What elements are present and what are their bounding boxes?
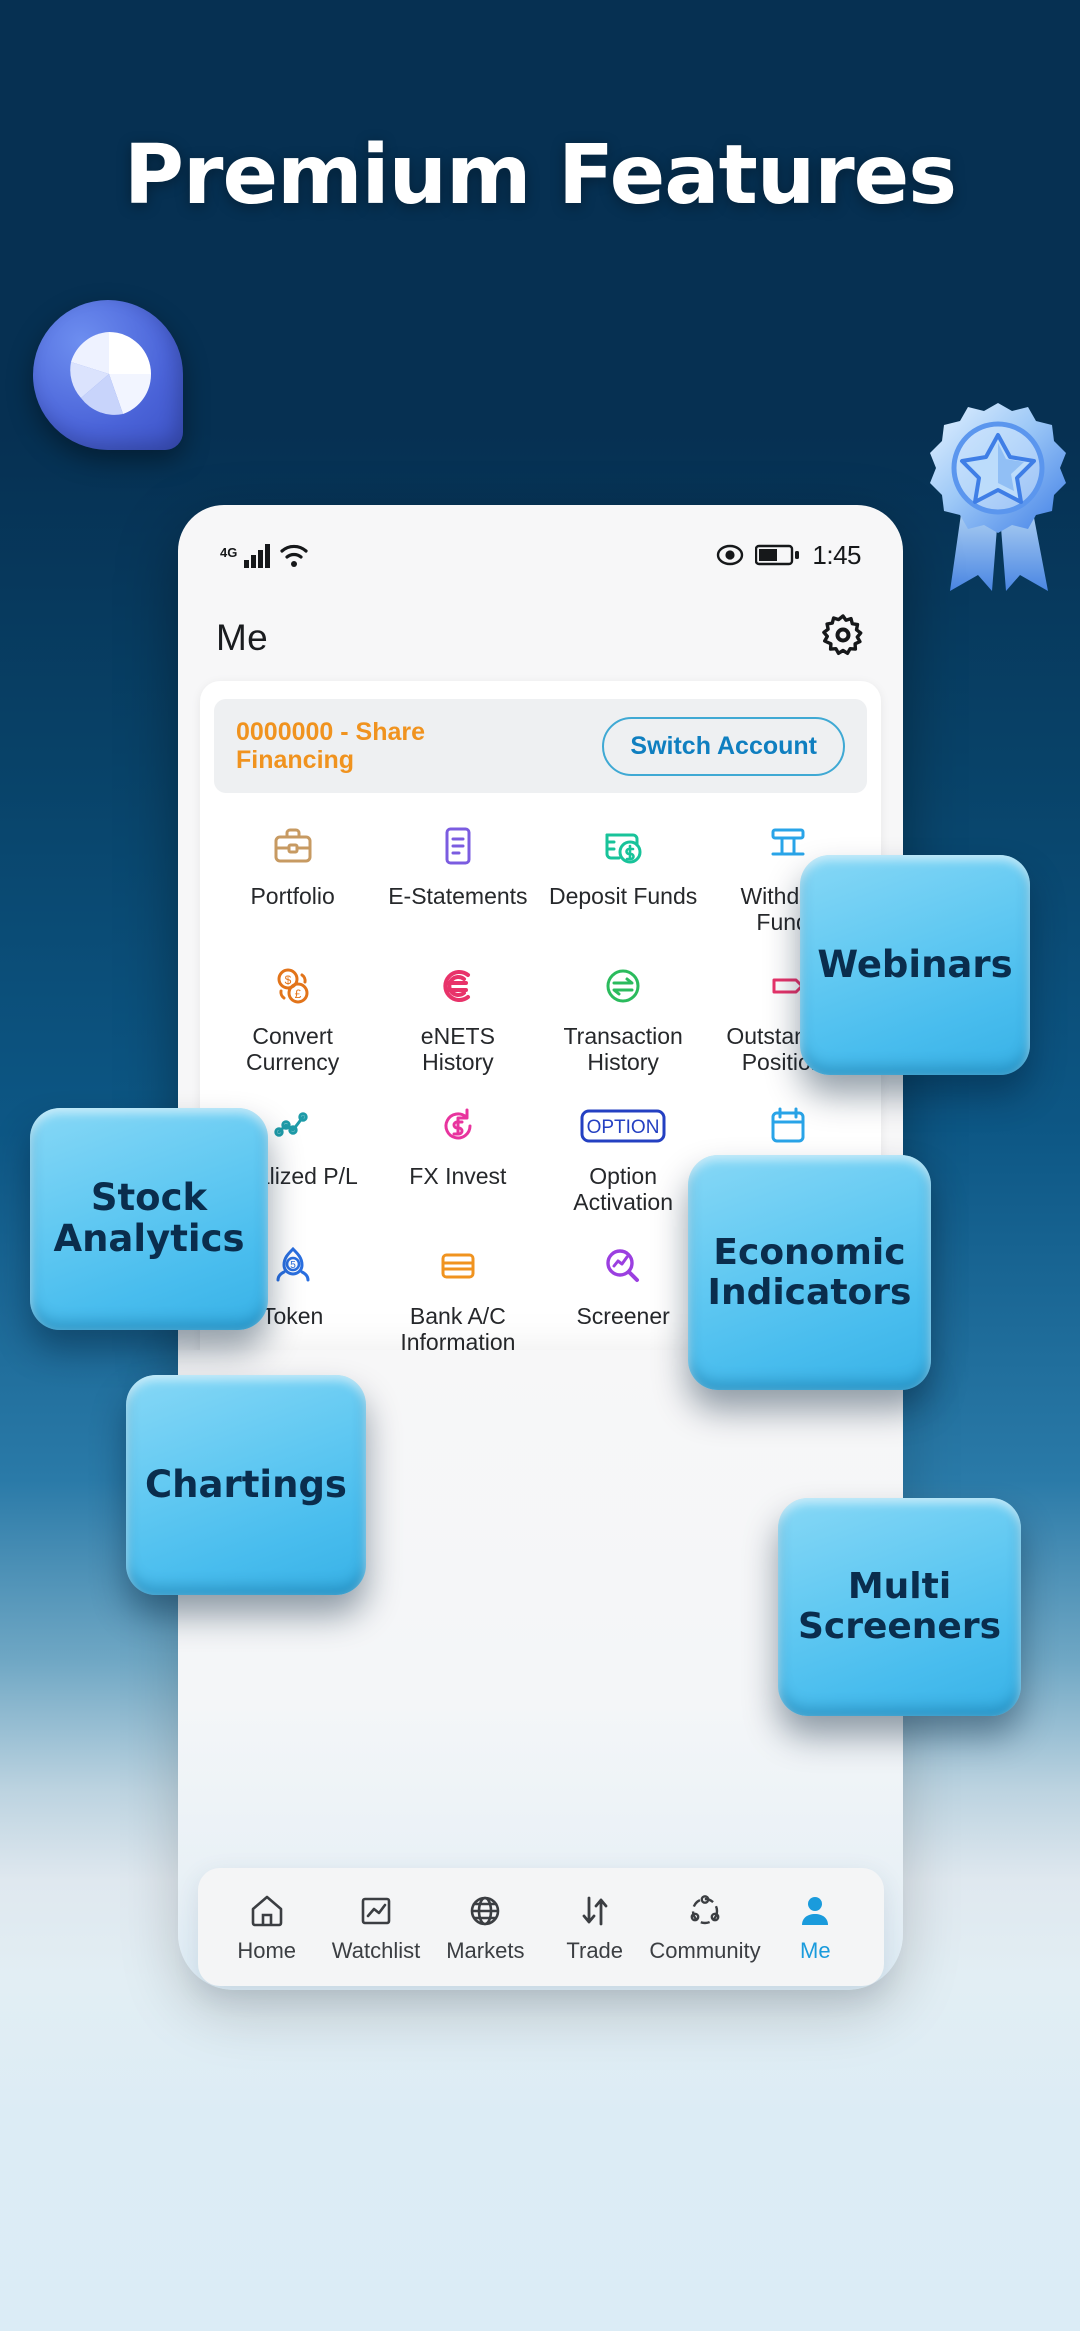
menu-item-label: Option Activation [573, 1162, 673, 1215]
menu-item-label: Portfolio [250, 883, 335, 909]
menu-item-deposit-funds[interactable]: Deposit Funds [541, 809, 706, 935]
nav-item-home[interactable]: Home [212, 1891, 321, 1964]
signal-bars-icon [244, 544, 271, 568]
account-strip: 0000000 - Share Financing Switch Account [214, 699, 867, 793]
trade-arrows-icon [582, 1896, 608, 1925]
menu-item-enets-history[interactable]: eNETS History [375, 949, 540, 1075]
menu-item-option-activation[interactable]: OPTION Option Activation [541, 1089, 706, 1215]
dollar-refresh-icon [436, 1103, 480, 1149]
feature-card-economic-indicators[interactable]: Economic Indicators [688, 1155, 931, 1390]
nav-item-label: Me [800, 1937, 831, 1963]
nav-item-label: Home [237, 1937, 297, 1963]
feature-card-stock-analytics[interactable]: Stock Analytics [30, 1108, 268, 1330]
person-icon [802, 1896, 829, 1925]
menu-item-label: Screener [576, 1302, 670, 1329]
token-crown-icon: 5 [271, 1243, 315, 1289]
svg-text:OPTION: OPTION [587, 1117, 660, 1138]
document-lines-icon [436, 823, 480, 869]
community-icon [690, 1894, 720, 1924]
menu-item-label: Convert Currency [245, 1022, 340, 1075]
search-chart-icon [601, 1243, 645, 1289]
menu-item-label: FX Invest [409, 1162, 507, 1189]
nav-item-label: Markets [446, 1937, 525, 1963]
wifi-icon [280, 544, 308, 567]
nav-item-label: Watchlist [331, 1937, 421, 1963]
feature-card-multi-screeners[interactable]: Multi Screeners [778, 1498, 1021, 1716]
menu-item-portfolio[interactable]: Portfolio [210, 809, 375, 935]
menu-item-fx-invest[interactable]: FX Invest [375, 1089, 540, 1215]
nav-item-community[interactable]: Community [649, 1891, 761, 1964]
bottom-nav: Home Watchlist Markets Trade Community M… [198, 1868, 884, 1986]
menu-item-bank-ac-information[interactable]: Bank A/C Information [375, 1229, 540, 1350]
option-badge-icon: OPTION [580, 1103, 666, 1149]
menu-item-label: Bank A/C Information [400, 1302, 516, 1350]
account-name: 0000000 - Share Financing [236, 718, 426, 774]
chat-bubble-pie-logo [33, 300, 183, 450]
award-ribbon-star-icon [920, 395, 1080, 605]
gear-icon[interactable] [821, 613, 865, 662]
nav-item-markets[interactable]: Markets [431, 1891, 540, 1964]
page-title: Premium Features [123, 128, 957, 223]
feature-card-chartings[interactable]: Chartings [126, 1375, 366, 1595]
promo-banner: Premium Features 4G 1:45 Me 0000000 - Sh… [0, 0, 1080, 2331]
nav-item-label: Trade [566, 1937, 624, 1963]
eye-icon [717, 544, 744, 566]
watchlist-icon [361, 1897, 391, 1924]
menu-item-e-statements[interactable]: E-Statements [375, 809, 540, 935]
line-chart-dots-icon [271, 1103, 315, 1149]
deposit-money-icon [601, 823, 645, 869]
svg-text:£: £ [294, 987, 301, 1001]
menu-item-label: eNETS History [420, 1022, 495, 1075]
nav-item-trade[interactable]: Trade [540, 1891, 649, 1964]
credit-card-icon [436, 1243, 480, 1289]
battery-icon [755, 544, 800, 566]
nav-item-me[interactable]: Me [761, 1891, 870, 1964]
nav-item-watchlist[interactable]: Watchlist [321, 1891, 430, 1964]
status-bar: 4G 1:45 [178, 533, 903, 577]
menu-item-label: Deposit Funds [548, 883, 698, 909]
menu-item-convert-currency[interactable]: $ £ Convert Currency [210, 949, 375, 1075]
menu-item-screener[interactable]: Screener [541, 1229, 706, 1350]
menu-item-label: Transaction History [563, 1022, 683, 1075]
atm-withdraw-icon [766, 823, 810, 869]
switch-account-button[interactable]: Switch Account [602, 716, 845, 776]
status-time: 1:45 [812, 539, 861, 570]
pie-logo-glyph [70, 332, 152, 415]
page-header-title: Me [216, 616, 268, 658]
transfer-circle-icon [601, 963, 645, 1009]
nav-item-label: Community [649, 1937, 761, 1963]
menu-item-label: E-Statements [388, 883, 528, 909]
menu-item-transaction-history[interactable]: Transaction History [541, 949, 706, 1075]
enets-euro-icon [436, 963, 480, 1009]
svg-text:$: $ [284, 973, 291, 987]
globe-icon [471, 1896, 500, 1925]
calendar-icon [766, 1103, 810, 1149]
home-icon [251, 1895, 282, 1926]
app-header: Me [178, 613, 903, 662]
briefcase-icon [271, 823, 315, 869]
currency-exchange-icon: $ £ [271, 963, 315, 1009]
network-label: 4G [220, 545, 238, 560]
svg-text:5: 5 [290, 1260, 296, 1271]
feature-card-webinars[interactable]: Webinars [800, 855, 1030, 1075]
